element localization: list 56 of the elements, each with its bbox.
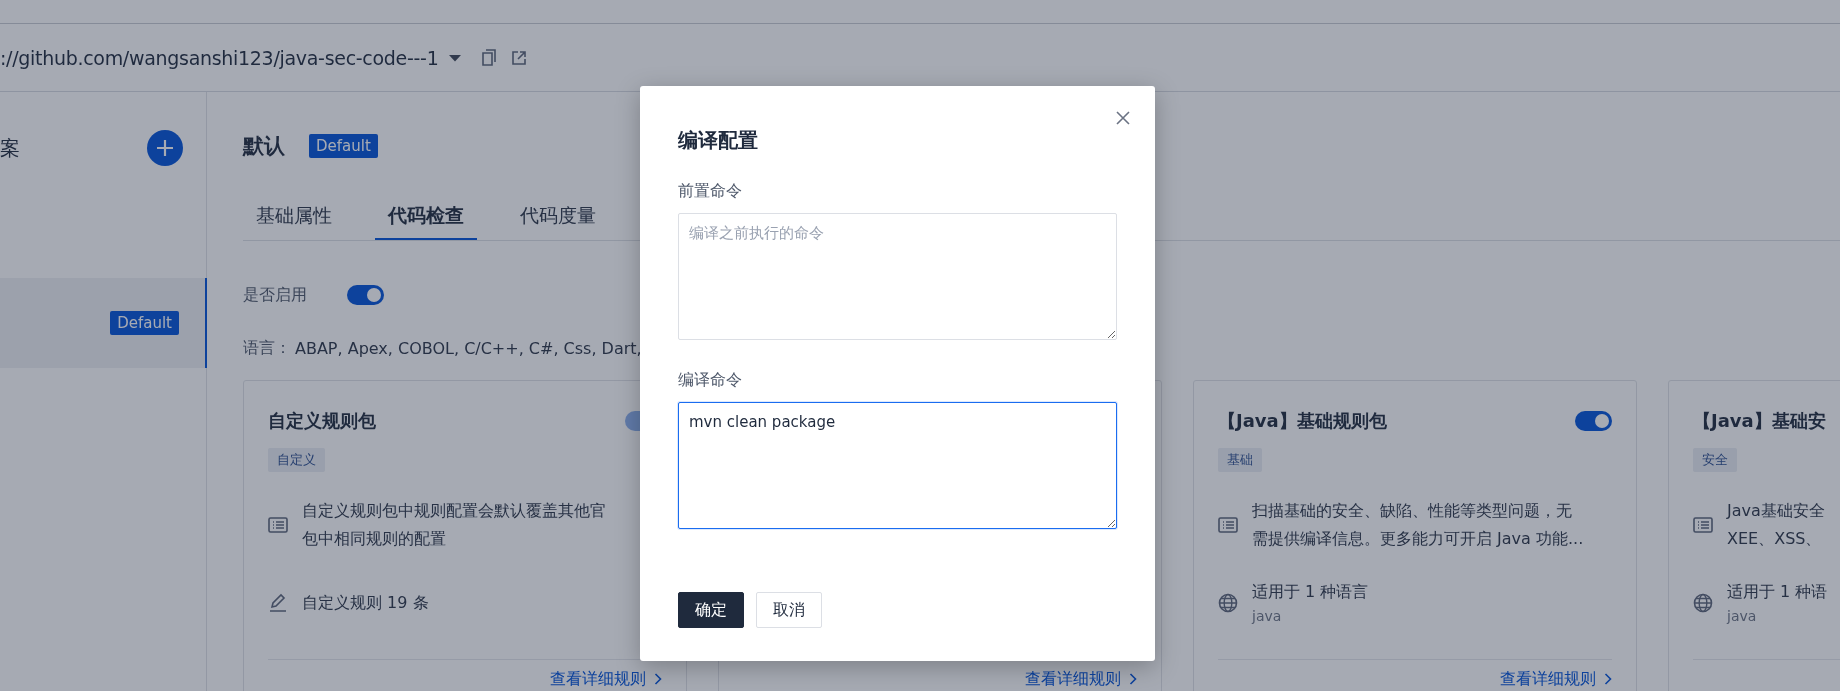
tab[interactable]: 基础属性 (243, 192, 345, 240)
card-description: Java基础安全 (1727, 500, 1825, 522)
card-description: 包中相同规则的配置 (302, 528, 447, 550)
language-list: ABAP, Apex, COBOL, C/C++, C#, Css, Dart, (295, 338, 642, 358)
repo-url: ://github.com/wangsanshi123/java-sec-code---1 (0, 46, 439, 69)
dialog-title: 编译配置 (678, 127, 759, 154)
toggle-switch[interactable] (1575, 411, 1612, 431)
card-title: 【Java】基础安 (1693, 409, 1826, 433)
card-title: 【Java】基础规则包 (1218, 409, 1387, 433)
tab[interactable]: 代码度量 (507, 192, 609, 240)
language-count: 适用于 1 种语言 (1252, 581, 1369, 603)
language-name: java (1252, 607, 1283, 626)
language-name: java (1727, 607, 1758, 626)
plus-icon (156, 139, 174, 157)
default-badge: Default (309, 134, 378, 158)
default-badge: Default (110, 311, 179, 335)
card-description: 自定义规则包中规则配置会默认覆盖其他官 (302, 500, 606, 522)
card-description: 需提供编译信息。更多能力可开启 Java 功能... (1252, 528, 1584, 550)
tab[interactable]: 代码检查 (375, 192, 477, 240)
command-field[interactable]: 编译之前执行的命令 (678, 213, 1117, 340)
category-tag: 基础 (1218, 448, 1262, 472)
scheme-title: 默认 (243, 133, 285, 160)
globe-icon (1693, 593, 1713, 613)
field-label: 语言： (243, 337, 292, 359)
list-icon (1693, 516, 1713, 534)
sidebar-heading: 案 (0, 134, 20, 162)
sidebar-item[interactable]: Default (0, 278, 207, 368)
copy-icon[interactable] (482, 49, 497, 66)
command-field[interactable]: mvn clean package (678, 402, 1117, 529)
chevron-icon (1129, 673, 1137, 685)
rule-details-link[interactable]: 查看详细规则 (1500, 669, 1612, 689)
rule-details-link[interactable]: 查看详细规则 (1025, 669, 1137, 689)
toggle-switch[interactable] (347, 285, 384, 305)
cancel-button[interactable]: 取消 (756, 592, 822, 628)
rule-count: 自定义规则 19 条 (302, 592, 429, 614)
field-label: 前置命令 (678, 180, 743, 202)
field-label: 是否启用 (243, 284, 307, 306)
chevron-icon (1604, 673, 1612, 685)
caret-icon[interactable] (448, 53, 463, 62)
add-button[interactable] (147, 130, 183, 166)
close-icon[interactable] (1115, 110, 1131, 126)
list-icon (268, 516, 288, 534)
confirm-button[interactable]: 确定 (678, 592, 744, 628)
card-title: 自定义规则包 (268, 409, 376, 433)
rule-details-link[interactable]: 查看详细规则 (550, 669, 662, 689)
chevron-icon (654, 673, 662, 685)
globe-icon (1218, 593, 1238, 613)
card-description: XEE、XSS、 (1727, 528, 1823, 550)
pencil-icon (268, 593, 288, 613)
field-label: 编译命令 (678, 369, 743, 391)
list-icon (1218, 516, 1238, 534)
language-count: 适用于 1 种语 (1727, 581, 1828, 603)
category-tag: 自定义 (268, 448, 325, 472)
card-description: 扫描基础的安全、缺陷、性能等类型问题，无 (1252, 500, 1573, 522)
external-link-icon[interactable] (512, 50, 527, 65)
category-tag: 安全 (1693, 448, 1737, 472)
